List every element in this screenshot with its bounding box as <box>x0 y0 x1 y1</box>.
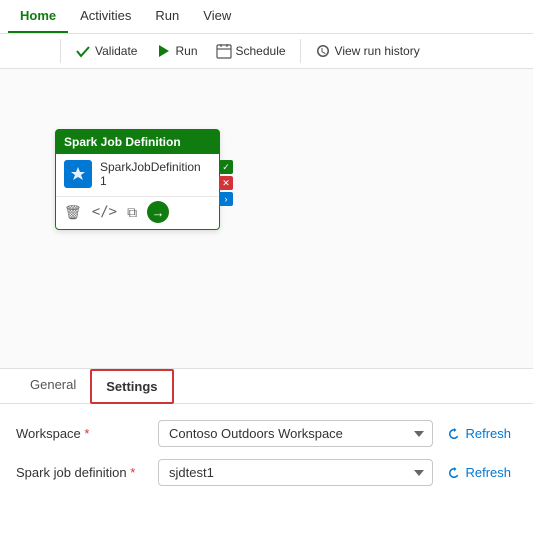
node-actions: 🗑 </> ⧉ → <box>56 196 219 229</box>
spark-job-refresh-label: Refresh <box>465 465 511 480</box>
validate-button[interactable]: Validate <box>67 38 145 64</box>
workspace-required: * <box>84 426 89 441</box>
tab-run[interactable]: Run <box>143 0 191 33</box>
view-run-history-button[interactable]: View run history <box>307 38 428 64</box>
validate-icon <box>75 43 91 59</box>
navigate-arrow[interactable]: → <box>147 201 169 223</box>
workspace-select[interactable]: Contoso Outdoors Workspace <box>158 420 433 447</box>
workspace-label: Workspace * <box>16 426 146 441</box>
node-check-button[interactable]: ✓ <box>219 160 233 174</box>
run-button[interactable]: Run <box>147 38 205 64</box>
delete-icon[interactable]: 🗑 <box>64 204 82 221</box>
toolbar: Validate Run Schedule View run history <box>0 34 533 69</box>
panel-tabs: General Settings <box>0 369 533 404</box>
refresh-icon <box>447 427 461 441</box>
tab-home[interactable]: Home <box>8 0 68 33</box>
node-expand-button[interactable]: › <box>219 192 233 206</box>
node-label-line2: 1 <box>100 174 201 188</box>
spark-icon <box>69 165 87 183</box>
refresh-icon-2 <box>447 466 461 480</box>
copy-icon[interactable]: ⧉ <box>127 204 137 221</box>
schedule-label: Schedule <box>236 44 286 58</box>
schedule-button[interactable]: Schedule <box>208 38 294 64</box>
publish-button[interactable] <box>20 46 30 56</box>
gear-button[interactable] <box>32 46 42 56</box>
toolbar-separator-2 <box>300 39 301 63</box>
workspace-row: Workspace * Contoso Outdoors Workspace R… <box>16 420 517 447</box>
tab-view[interactable]: View <box>191 0 243 33</box>
history-icon <box>315 43 331 59</box>
node-label: SparkJobDefinition 1 <box>100 160 201 188</box>
save-button[interactable] <box>8 46 18 56</box>
workspace-refresh-button[interactable]: Refresh <box>441 422 517 445</box>
undo-button[interactable] <box>44 46 54 56</box>
node-header: Spark Job Definition <box>56 130 219 154</box>
node-close-button[interactable]: ✕ <box>219 176 233 190</box>
tab-settings[interactable]: Settings <box>90 369 173 404</box>
tab-activities[interactable]: Activities <box>68 0 143 33</box>
nav-tabs: Home Activities Run View <box>0 0 533 34</box>
spark-job-required: * <box>130 465 135 480</box>
toolbar-separator-1 <box>60 39 61 63</box>
node-body: SparkJobDefinition 1 <box>56 154 219 194</box>
view-run-history-label: View run history <box>335 44 420 58</box>
spark-job-label: Spark job definition * <box>16 465 146 480</box>
run-label: Run <box>175 44 197 58</box>
node-side-buttons: ✓ ✕ › <box>219 160 233 206</box>
code-icon[interactable]: </> <box>92 204 117 220</box>
schedule-icon <box>216 43 232 59</box>
tab-general[interactable]: General <box>16 369 90 403</box>
spark-job-refresh-button[interactable]: Refresh <box>441 461 517 484</box>
pipeline-canvas: Spark Job Definition SparkJobDefinition … <box>0 69 533 369</box>
spark-job-control: sjdtest1 Refresh <box>158 459 517 486</box>
node-header-label: Spark Job Definition <box>64 135 181 149</box>
run-icon <box>155 43 171 59</box>
bottom-panel: General Settings Workspace * Contoso Out… <box>0 369 533 514</box>
node-icon <box>64 160 92 188</box>
settings-form: Workspace * Contoso Outdoors Workspace R… <box>0 404 533 514</box>
workspace-control: Contoso Outdoors Workspace Refresh <box>158 420 517 447</box>
validate-label: Validate <box>95 44 137 58</box>
spark-job-row: Spark job definition * sjdtest1 Refresh <box>16 459 517 486</box>
workspace-refresh-label: Refresh <box>465 426 511 441</box>
node-label-line1: SparkJobDefinition <box>100 160 201 174</box>
pipeline-node[interactable]: Spark Job Definition SparkJobDefinition … <box>55 129 220 230</box>
spark-job-select[interactable]: sjdtest1 <box>158 459 433 486</box>
